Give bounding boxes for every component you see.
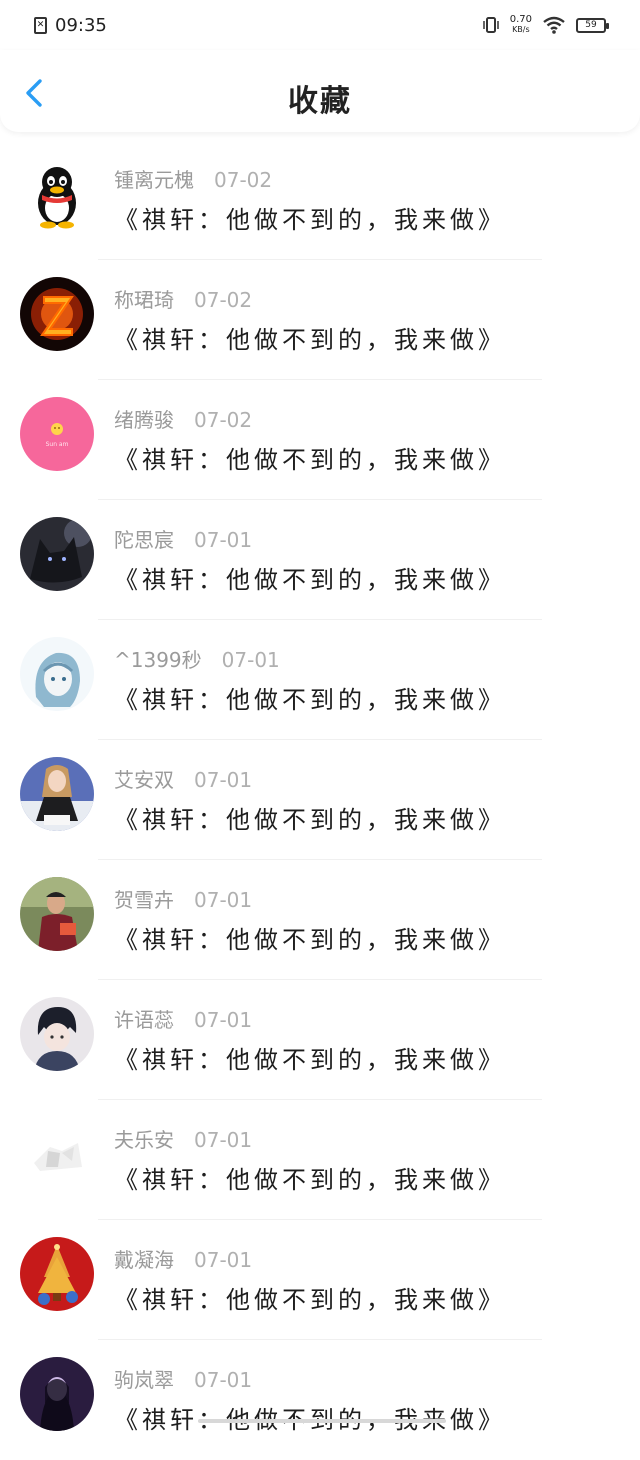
favorite-title: 《祺轩：他做不到的，我来做》	[114, 1406, 506, 1434]
favorite-title: 《祺轩：他做不到的，我来做》	[114, 1166, 506, 1194]
user-name: 驹岚翠	[114, 1368, 174, 1392]
list-item[interactable]: 艾安双 07-01 《祺轩：他做不到的，我来做》	[0, 740, 640, 860]
pink-sun-avatar[interactable]: Sun am	[20, 397, 94, 471]
anime-boy-avatar[interactable]	[20, 997, 94, 1071]
list-item[interactable]: ^1399秒 07-01 《祺轩：他做不到的，我来做》	[0, 620, 640, 740]
user-name: 陀思宸	[114, 528, 174, 552]
favorite-title: 《祺轩：他做不到的，我来做》	[114, 806, 506, 834]
vibrate-icon	[482, 17, 500, 33]
favorites-list: 锺离元槐 07-02 《祺轩：他做不到的，我来做》 称珺琦 07-02 《祺轩：…	[0, 140, 640, 1460]
speed-unit: KB/s	[512, 25, 530, 34]
user-name: 许语蕊	[114, 1008, 174, 1032]
favorite-title: 《祺轩：他做不到的，我来做》	[114, 566, 506, 594]
post-date: 07-01	[194, 888, 253, 912]
network-speed: 0.70 KB/s	[510, 15, 532, 35]
user-name: 夫乐安	[114, 1128, 174, 1152]
list-item[interactable]: 驹岚翠 07-01 《祺轩：他做不到的，我来做》	[0, 1340, 640, 1460]
avatar-caption: Sun am	[45, 441, 69, 448]
white-sketch-avatar[interactable]	[20, 1117, 94, 1191]
favorite-title: 《祺轩：他做不到的，我来做》	[114, 206, 506, 234]
user-name: 艾安双	[114, 768, 174, 792]
favorite-title: 《祺轩：他做不到的，我来做》	[114, 1046, 506, 1074]
user-name: 戴凝海	[114, 1248, 174, 1272]
post-date: 07-01	[194, 528, 253, 552]
post-date: 07-02	[214, 168, 273, 192]
wifi-icon	[542, 16, 566, 34]
post-date: 07-01	[221, 648, 280, 672]
fire-z-avatar[interactable]	[20, 277, 94, 351]
user-name: ^1399秒	[114, 648, 202, 672]
list-item[interactable]: 夫乐安 07-01 《祺轩：他做不到的，我来做》	[0, 1100, 640, 1220]
boy-photo-avatar[interactable]	[20, 877, 94, 951]
favorite-title: 《祺轩：他做不到的，我来做》	[114, 326, 506, 354]
status-bar: ✕ 09:35 0.70 KB/s 59	[0, 0, 640, 50]
user-name: 贺雪卉	[114, 888, 174, 912]
battery-icon: 59	[576, 17, 609, 33]
red-festival-avatar[interactable]	[20, 1237, 94, 1311]
speed-value: 0.70	[509, 14, 532, 25]
post-date: 07-01	[194, 1008, 253, 1032]
post-date: 07-02	[194, 408, 253, 432]
list-item[interactable]: 锺离元槐 07-02 《祺轩：他做不到的，我来做》	[0, 140, 640, 260]
list-item[interactable]: 陀思宸 07-01 《祺轩：他做不到的，我来做》	[0, 500, 640, 620]
qq-penguin-avatar[interactable]	[20, 157, 94, 231]
status-time: 09:35	[55, 14, 107, 36]
dark-purple-avatar[interactable]	[20, 1357, 94, 1431]
favorite-title: 《祺轩：他做不到的，我来做》	[114, 1286, 506, 1314]
list-item[interactable]: 称珺琦 07-02 《祺轩：他做不到的，我来做》	[0, 260, 640, 380]
home-indicator[interactable]	[198, 1419, 446, 1423]
favorite-title: 《祺轩：他做不到的，我来做》	[114, 686, 506, 714]
post-date: 07-01	[194, 768, 253, 792]
post-date: 07-01	[194, 1128, 253, 1152]
post-date: 07-01	[194, 1368, 253, 1392]
list-item[interactable]: Sun am 绪腾骏 07-02 《祺轩：他做不到的，我来做》	[0, 380, 640, 500]
list-item[interactable]: 许语蕊 07-01 《祺轩：他做不到的，我来做》	[0, 980, 640, 1100]
favorite-title: 《祺轩：他做不到的，我来做》	[114, 926, 506, 954]
wolf-avatar[interactable]	[20, 517, 94, 591]
user-name: 绪腾骏	[114, 408, 174, 432]
anime-girl-avatar[interactable]	[20, 637, 94, 711]
post-date: 07-02	[194, 288, 253, 312]
page-title: 收藏	[288, 84, 352, 119]
post-date: 07-01	[194, 1248, 253, 1272]
girl-photo-avatar[interactable]	[20, 757, 94, 831]
favorite-title: 《祺轩：他做不到的，我来做》	[114, 446, 506, 474]
list-item[interactable]: 戴凝海 07-01 《祺轩：他做不到的，我来做》	[0, 1220, 640, 1340]
no-sim-icon: ✕	[34, 16, 47, 34]
user-name: 称珺琦	[114, 288, 174, 312]
user-name: 锺离元槐	[114, 168, 194, 192]
top-bar: 收藏	[0, 50, 640, 132]
list-item[interactable]: 贺雪卉 07-01 《祺轩：他做不到的，我来做》	[0, 860, 640, 980]
battery-level: 59	[585, 20, 597, 30]
